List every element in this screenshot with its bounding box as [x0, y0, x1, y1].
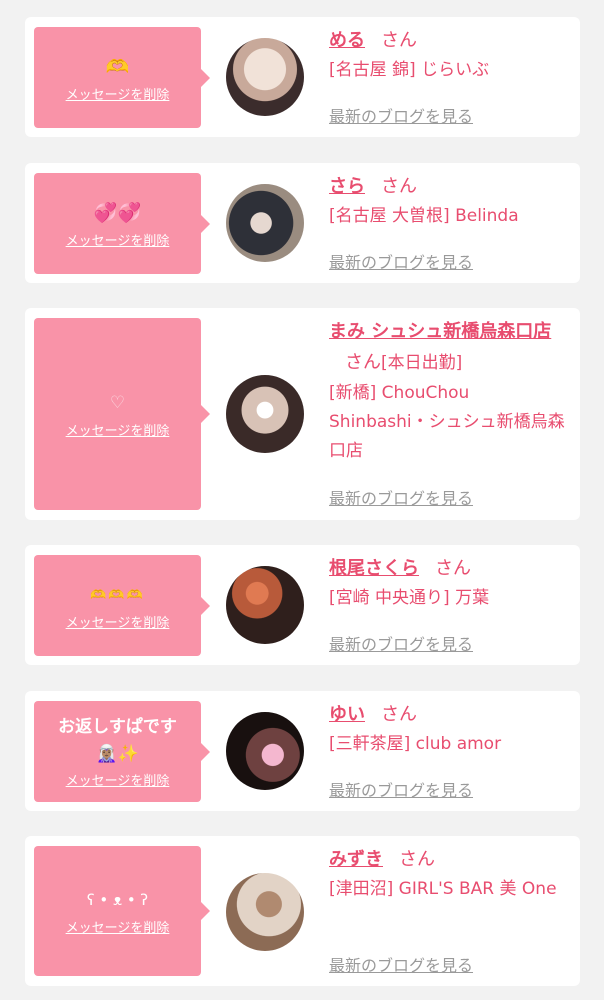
girl-name-link[interactable]: さら	[329, 176, 365, 197]
girl-name-link[interactable]: まみ シュシュ新橋烏森口店	[329, 321, 551, 342]
message-text: お返しすぱです 🧝🏽‍♀️✨	[58, 717, 177, 764]
avatar[interactable]	[226, 38, 304, 116]
shop-info: [名古屋 錦] じらいぶ	[329, 60, 490, 80]
girl-name-link[interactable]: みずき	[329, 849, 383, 870]
delete-message-link[interactable]: メッセージを削除	[66, 770, 170, 789]
list-item: ʕ • ᴥ • ʔ メッセージを削除 みずき さん [津田沼] GIRL'S BA…	[25, 836, 580, 986]
honorific: さん	[381, 30, 417, 51]
honorific: さん	[381, 704, 417, 725]
avatar[interactable]	[226, 184, 304, 262]
avatar[interactable]	[226, 375, 304, 453]
message-text: ʕ • ᴥ • ʔ	[86, 891, 149, 909]
message-bubble: ♡ メッセージを削除	[34, 318, 210, 510]
girl-info: みずき さん [津田沼] GIRL'S BAR 美 One	[329, 844, 569, 904]
girl-name-link[interactable]: める	[329, 30, 365, 51]
latest-blog-link[interactable]: 最新のブログを見る	[329, 485, 473, 509]
avatar[interactable]	[226, 712, 304, 790]
honorific: さん	[381, 176, 417, 197]
work-status: [本日出勤]	[381, 353, 463, 373]
latest-blog-link[interactable]: 最新のブログを見る	[329, 249, 473, 273]
delete-message-link[interactable]: メッセージを削除	[66, 230, 170, 249]
avatar[interactable]	[226, 873, 304, 951]
latest-blog-link[interactable]: 最新のブログを見る	[329, 631, 473, 655]
honorific: さん	[399, 849, 435, 870]
girl-name-link[interactable]: ゆい	[329, 704, 365, 725]
list-item: 🫶🫶🫶 メッセージを削除 根尾さくら さん [宮崎 中央通り] 万葉 最新のブログ…	[25, 545, 580, 665]
honorific: さん	[345, 352, 381, 373]
message-bubble: ʕ • ᴥ • ʔ メッセージを削除	[34, 846, 210, 976]
list-item: 💞💞 メッセージを削除 さら さん [名古屋 大曽根] Belinda 最新のブロ…	[25, 163, 580, 283]
list-item: ♡ メッセージを削除 まみ シュシュ新橋烏森口店さん[本日出勤] [新橋] Ch…	[25, 308, 580, 520]
message-text: 🫶🫶🫶	[90, 587, 145, 603]
delete-message-link[interactable]: メッセージを削除	[66, 917, 170, 936]
message-bubble: 🫶🫶🫶 メッセージを削除	[34, 555, 210, 656]
shop-info: [三軒茶屋] club amor	[329, 734, 502, 754]
message-text: 💞💞	[93, 201, 142, 224]
message-text: ♡	[109, 393, 126, 413]
girl-name-link[interactable]: 根尾さくら	[329, 558, 419, 579]
honorific: さん	[435, 558, 471, 579]
message-text: 🫶	[105, 55, 130, 78]
message-bubble: 🫶 メッセージを削除	[34, 27, 210, 128]
message-bubble: 💞💞 メッセージを削除	[34, 173, 210, 274]
latest-blog-link[interactable]: 最新のブログを見る	[329, 952, 473, 976]
list-item: お返しすぱです 🧝🏽‍♀️✨ メッセージを削除 ゆい さん [三軒茶屋] club…	[25, 691, 580, 811]
list-item: 🫶 メッセージを削除 める さん [名古屋 錦] じらいぶ 最新のブログを見る	[25, 17, 580, 137]
girl-info: ゆい さん [三軒茶屋] club amor	[329, 699, 569, 759]
shop-info: [新橋] ChouChou Shinbashi・シュシュ新橋烏森口店	[329, 383, 565, 461]
shop-info: [名古屋 大曽根] Belinda	[329, 206, 519, 226]
avatar[interactable]	[226, 566, 304, 644]
girl-info: 根尾さくら さん [宮崎 中央通り] 万葉	[329, 553, 569, 613]
girl-info: める さん [名古屋 錦] じらいぶ	[329, 25, 569, 85]
girl-info: まみ シュシュ新橋烏森口店さん[本日出勤] [新橋] ChouChou Shin…	[329, 316, 569, 466]
delete-message-link[interactable]: メッセージを削除	[66, 612, 170, 631]
message-bubble: お返しすぱです 🧝🏽‍♀️✨ メッセージを削除	[34, 701, 210, 802]
girl-info: さら さん [名古屋 大曽根] Belinda	[329, 171, 569, 231]
shop-info: [津田沼] GIRL'S BAR 美 One	[329, 879, 557, 899]
delete-message-link[interactable]: メッセージを削除	[66, 84, 170, 103]
blog-reply-list: 🫶 メッセージを削除 める さん [名古屋 錦] じらいぶ 最新のブログを見る 💞…	[0, 0, 604, 1000]
delete-message-link[interactable]: メッセージを削除	[66, 420, 170, 439]
shop-info: [宮崎 中央通り] 万葉	[329, 588, 490, 608]
latest-blog-link[interactable]: 最新のブログを見る	[329, 103, 473, 127]
latest-blog-link[interactable]: 最新のブログを見る	[329, 777, 473, 801]
